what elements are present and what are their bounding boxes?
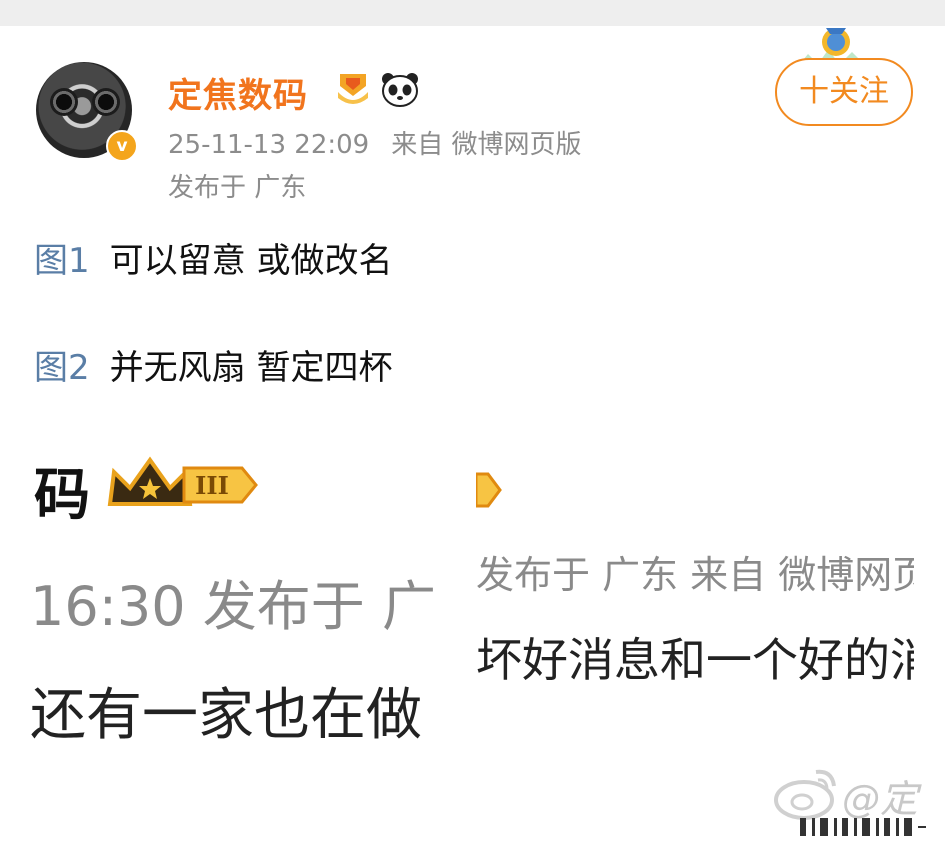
screenshot-left[interactable]: 码 III 16:30 发布于 广 还有一家也在做 xyxy=(30,440,466,752)
chevron-fragment-icon xyxy=(476,472,502,508)
post-line-1: 图1 可以留意 或做改名 xyxy=(34,233,392,282)
barcode-icon xyxy=(800,818,926,836)
post-location: 发布于 广东 xyxy=(168,173,307,203)
top-bar xyxy=(0,0,945,26)
username[interactable]: 定焦数码 xyxy=(168,68,308,117)
screenshot-right-text: 坏好消息和一个好的消 xyxy=(476,633,914,687)
post-line-1-text: 可以留意 或做改名 xyxy=(109,241,393,281)
post-timestamp: 25-11-13 22:09 xyxy=(168,130,370,160)
post-line-2-text: 并无风扇 暂定四杯 xyxy=(109,348,393,388)
screenshot-name-fragment: 码 xyxy=(34,463,90,528)
post-line-2: 图2 并无风扇 暂定四杯 xyxy=(34,340,392,389)
follow-button[interactable]: 十关注 xyxy=(775,58,913,126)
post-meta: 25-11-13 22:09 来自 微博网页版 xyxy=(168,124,581,161)
screenshot-time-fragment: 16:30 发布于 广 xyxy=(30,575,436,638)
verified-badge: v xyxy=(106,130,138,162)
camera-lens-right xyxy=(92,88,120,116)
panda-icon[interactable] xyxy=(380,70,420,108)
image-tag-1[interactable]: 图1 xyxy=(34,241,90,281)
image-tag-2[interactable]: 图2 xyxy=(34,348,90,388)
screenshot-right[interactable]: 发布于 广东 来自 微博网页 坏好消息和一个好的消 xyxy=(476,440,914,752)
level-badge: III xyxy=(182,466,258,504)
screenshot-text-fragment: 还有一家也在做 xyxy=(30,683,422,748)
camera-lens-left xyxy=(50,88,78,116)
screenshot-right-meta: 发布于 广东 来自 微博网页 xyxy=(476,553,914,597)
post-source[interactable]: 来自 微博网页版 xyxy=(391,130,581,160)
medal-icon[interactable] xyxy=(334,70,372,108)
level-text: III xyxy=(195,471,229,500)
watermark-text: @定 xyxy=(842,777,919,821)
